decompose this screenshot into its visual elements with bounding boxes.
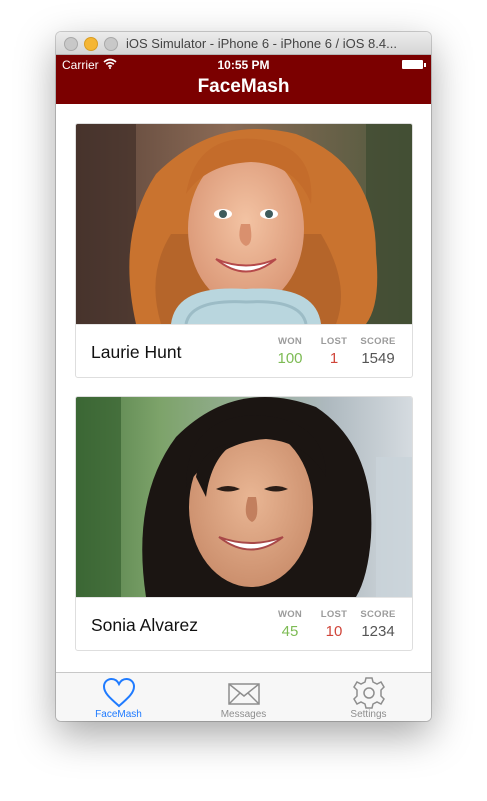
zoom-window-button[interactable] <box>104 37 118 51</box>
tab-label: Settings <box>350 709 387 720</box>
person-name: Laurie Hunt <box>91 342 182 362</box>
profile-photo[interactable] <box>76 397 412 597</box>
won-label: WON <box>277 609 303 620</box>
tab-settings[interactable]: Settings <box>306 673 431 721</box>
score-value: 1549 <box>361 350 395 367</box>
tab-facemash[interactable]: FaceMash <box>56 673 181 721</box>
won-value: 45 <box>281 623 299 640</box>
profile-card[interactable]: Sonia Alvarez WON 45 LOST 10 SCORE 1234 <box>75 396 413 651</box>
score-stat: SCORE 1549 <box>357 336 399 367</box>
score-stat: SCORE 1234 <box>357 609 399 640</box>
lost-stat: LOST 10 <box>316 609 352 640</box>
lost-stat: LOST 1 <box>316 336 352 367</box>
window-titlebar: iOS Simulator - iPhone 6 - iPhone 6 / iO… <box>56 32 431 55</box>
envelope-icon <box>228 683 260 705</box>
tab-label: FaceMash <box>95 709 142 720</box>
app-header: Carrier 10:55 PM FaceMash <box>56 55 431 104</box>
tab-bar: FaceMash Messages Settings <box>56 672 431 721</box>
heart-icon <box>102 677 136 708</box>
card-footer: Laurie Hunt WON 100 LOST 1 SCORE 1549 <box>76 324 412 377</box>
page-title: FaceMash <box>197 76 290 97</box>
score-value: 1234 <box>361 623 395 640</box>
lost-value: 10 <box>325 623 343 640</box>
won-stat: WON 100 <box>272 336 308 367</box>
profile-photo[interactable] <box>76 124 412 324</box>
simulator-window: iOS Simulator - iPhone 6 - iPhone 6 / iO… <box>56 32 431 721</box>
profile-card[interactable]: Laurie Hunt WON 100 LOST 1 SCORE 1549 <box>75 123 413 378</box>
status-time: 10:55 PM <box>217 58 270 72</box>
card-footer: Sonia Alvarez WON 45 LOST 10 SCORE 1234 <box>76 597 412 650</box>
status-bar: Carrier 10:55 PM <box>56 55 431 75</box>
tab-label: Messages <box>220 709 267 720</box>
tab-messages[interactable]: Messages <box>181 673 306 721</box>
lost-value: 1 <box>329 350 339 367</box>
won-value: 100 <box>277 350 303 367</box>
score-label: SCORE <box>360 336 396 347</box>
lost-label: LOST <box>320 609 348 620</box>
person-name: Sonia Alvarez <box>91 615 199 635</box>
card-list[interactable]: Laurie Hunt WON 100 LOST 1 SCORE 1549 So… <box>56 104 431 672</box>
won-stat: WON 45 <box>272 609 308 640</box>
window-title: iOS Simulator - iPhone 6 - iPhone 6 / iO… <box>126 36 397 51</box>
score-label: SCORE <box>360 609 396 620</box>
lost-label: LOST <box>320 336 348 347</box>
won-label: WON <box>277 336 303 347</box>
battery-icon <box>402 60 426 69</box>
gear-icon <box>353 677 385 709</box>
minimize-window-button[interactable] <box>84 37 98 51</box>
close-window-button[interactable] <box>64 37 78 51</box>
